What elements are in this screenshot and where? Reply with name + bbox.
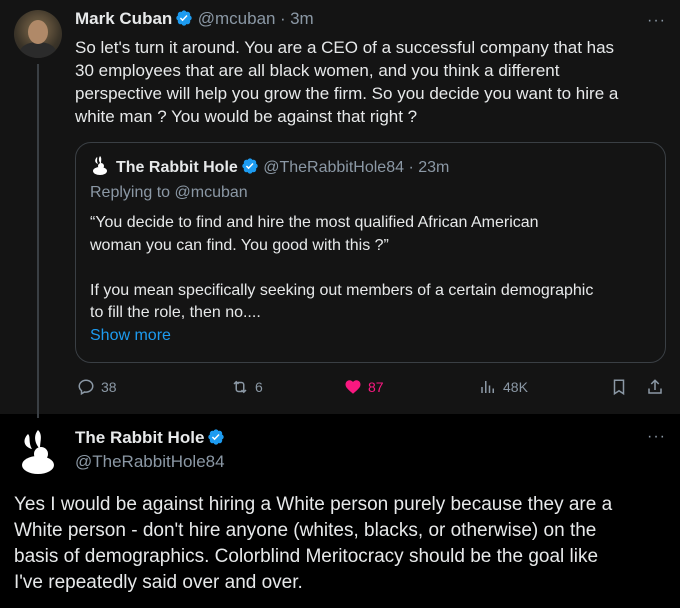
- heart-icon: [345, 380, 361, 394]
- reply-button[interactable]: 38: [77, 378, 117, 396]
- parent-tweet-text: So let's turn it around. You are a CEO o…: [75, 38, 619, 126]
- verified-badge-icon: [176, 10, 192, 26]
- retweet-icon: [233, 380, 247, 394]
- thread-line: [37, 64, 39, 418]
- quoted-author-name[interactable]: The Rabbit Hole: [116, 159, 238, 176]
- separator-dot: ·: [408, 159, 414, 176]
- quoted-author-handle[interactable]: @TheRabbitHole84: [263, 159, 404, 176]
- verified-badge-icon: [242, 158, 258, 174]
- like-count: 87: [368, 379, 384, 395]
- views-count: 48K: [503, 379, 528, 395]
- retweet-button[interactable]: 6: [231, 378, 263, 396]
- share-button[interactable]: [646, 378, 664, 396]
- reply-author-name[interactable]: The Rabbit Hole: [75, 428, 204, 447]
- like-button[interactable]: 87: [344, 378, 384, 396]
- reply-icon: [78, 379, 94, 396]
- action-bar: 38 6 87 48K: [75, 378, 666, 402]
- author-name[interactable]: Mark Cuban: [75, 9, 172, 28]
- reply-count: 38: [101, 379, 117, 395]
- parent-tweet-header: Mark Cuban @mcuban · 3m: [75, 9, 314, 29]
- avatar-mark-cuban[interactable]: [14, 10, 62, 58]
- quoted-tweet-time[interactable]: 23m: [418, 159, 449, 176]
- share-icon: [648, 379, 662, 394]
- bookmark-icon: [613, 379, 625, 396]
- reply-author-handle[interactable]: @TheRabbitHole84: [75, 452, 225, 472]
- show-more-link[interactable]: Show more: [90, 327, 171, 345]
- reply-tweet-text: Yes I would be against hiring a White pe…: [14, 494, 613, 593]
- replying-to: Replying to @mcuban: [90, 184, 248, 201]
- quoted-tweet-text: “You decide to find and hire the most qu…: [90, 214, 594, 321]
- quoted-tweet-card[interactable]: The Rabbit Hole @TheRabbitHole84 · 23m R…: [75, 142, 666, 363]
- reply-author-header: The Rabbit Hole: [75, 428, 225, 448]
- separator-dot: ·: [279, 9, 286, 28]
- bookmark-button[interactable]: [610, 378, 628, 396]
- views-icon: [481, 381, 494, 393]
- quoted-tweet-header: The Rabbit Hole @TheRabbitHole84 · 23m: [90, 156, 449, 177]
- verified-badge-icon: [208, 429, 225, 445]
- rabbit-logo-icon: [93, 156, 107, 175]
- author-handle[interactable]: @mcuban: [198, 9, 276, 28]
- more-icon[interactable]: ···: [647, 12, 666, 30]
- more-icon[interactable]: ···: [647, 428, 666, 446]
- rabbit-logo-icon[interactable]: [14, 428, 62, 476]
- tweet-time[interactable]: 3m: [290, 9, 314, 28]
- views-button[interactable]: 48K: [479, 378, 528, 396]
- retweet-count: 6: [255, 379, 263, 395]
